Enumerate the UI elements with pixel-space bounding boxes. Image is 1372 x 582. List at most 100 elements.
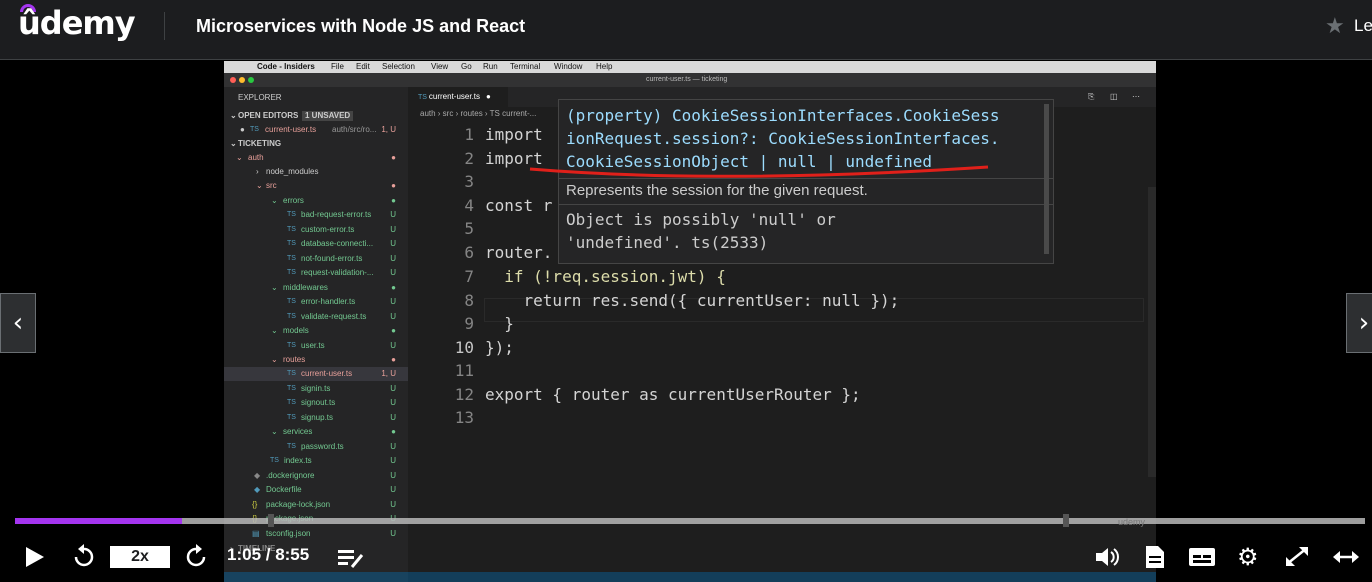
explorer-title: EXPLORER xyxy=(238,93,282,102)
editor-scrollbar xyxy=(1148,187,1156,477)
tree-status: 1, U xyxy=(381,369,396,378)
captions-icon xyxy=(1189,548,1215,566)
line-number: 6 xyxy=(464,243,474,262)
tree-status: U xyxy=(390,456,396,465)
code-line: const r xyxy=(485,196,553,215)
tree-item: tsconfig.json xyxy=(266,529,311,538)
code-line: router. xyxy=(485,243,553,262)
gear-icon: ⚙ xyxy=(1237,543,1259,571)
menu-window: Window xyxy=(554,62,583,71)
tree-item: database-connecti... xyxy=(301,239,374,248)
ts-icon: TS xyxy=(287,226,296,233)
next-lecture-button[interactable]: › xyxy=(1346,293,1372,353)
tree-status: ● xyxy=(391,427,396,436)
tree-status: U xyxy=(390,384,396,393)
chevron-down-icon: ⌄ xyxy=(230,139,237,148)
tree-status: U xyxy=(390,225,396,234)
expand-button[interactable] xyxy=(1332,540,1360,574)
tree-status: ● xyxy=(391,283,396,292)
docker-icon: ◆ xyxy=(254,485,261,494)
ts-icon: TS xyxy=(287,385,296,392)
playback-speed-button[interactable]: 2x xyxy=(110,546,170,568)
tree-status: U xyxy=(390,341,396,350)
video-player[interactable]: Code - Insiders File Edit Selection View… xyxy=(0,61,1372,582)
fullscreen-button[interactable] xyxy=(1284,540,1310,574)
menu-go: Go xyxy=(461,62,472,71)
chevron-down-icon: ⌄ xyxy=(271,355,278,364)
code-line: export { router as currentUserRouter }; xyxy=(485,385,861,404)
split-editor-icon: ⎘ xyxy=(1088,92,1095,101)
code-line: }); xyxy=(485,338,514,357)
tree-item: Dockerfile xyxy=(266,485,302,494)
code-line: } xyxy=(485,314,514,333)
open-editor-path: auth/src/ro... xyxy=(332,125,377,134)
open-editor-item: current-user.ts xyxy=(265,125,317,134)
tree-item: models xyxy=(283,326,309,335)
ts-icon: TS xyxy=(287,298,296,305)
progress-bar[interactable] xyxy=(15,518,1365,524)
breadcrumb: auth › src › routes › TS current-... xyxy=(420,109,537,118)
tree-status: ● xyxy=(391,196,396,205)
ts-icon: TS xyxy=(287,399,296,406)
code-line: if (!req.session.jwt) { xyxy=(485,267,726,286)
explorer-sidebar: EXPLORER ⌄ OPEN EDITORS 1 UNSAVED ● TS curre… xyxy=(224,87,408,582)
minimize-dot xyxy=(239,77,245,83)
window-title: current-user.ts — ticketing xyxy=(646,76,728,83)
tree-item: bad-request-error.ts xyxy=(301,210,372,219)
tree-status: U xyxy=(390,398,396,407)
ts-icon: TS xyxy=(250,126,259,133)
line-number: 9 xyxy=(464,314,474,333)
hover-error-line: 'undefined'. ts(2533) xyxy=(566,233,769,252)
mac-menubar: Code - Insiders File Edit Selection View… xyxy=(224,61,1156,73)
menu-run: Run xyxy=(483,62,498,71)
tree-item: user.ts xyxy=(301,341,325,350)
forward-button[interactable] xyxy=(184,540,208,574)
settings-button[interactable]: ⚙ xyxy=(1237,540,1259,574)
chevron-down-icon: ⌄ xyxy=(271,427,278,436)
tree-item: .dockerignore xyxy=(266,471,315,480)
tree-status: U xyxy=(390,312,396,321)
menu-edit: Edit xyxy=(356,62,370,71)
menu-selection: Selection xyxy=(382,62,415,71)
leave-rating-link[interactable]: Le xyxy=(1354,16,1372,36)
menu-app: Code - Insiders xyxy=(257,62,315,71)
ts-icon: TS xyxy=(418,94,429,101)
previous-lecture-button[interactable]: ‹ xyxy=(0,293,36,353)
chevron-right-icon: › xyxy=(256,167,259,176)
chevron-down-icon: ⌄ xyxy=(271,196,278,205)
tree-status: ● xyxy=(391,153,396,162)
tab-label: current-user.ts xyxy=(428,92,481,101)
docker-icon: ◆ xyxy=(254,471,261,480)
tree-item: signin.ts xyxy=(301,384,331,393)
captions-button[interactable] xyxy=(1188,540,1216,574)
unsaved-dot-icon: ● xyxy=(240,125,245,134)
line-number: 10 xyxy=(454,338,474,357)
project-header: TICKETING xyxy=(238,139,282,148)
tree-item: middlewares xyxy=(283,283,328,292)
udemy-logo[interactable]: ûdemy xyxy=(18,4,136,42)
chevron-down-icon: ⌄ xyxy=(256,181,263,190)
bookmark-marker[interactable] xyxy=(268,514,274,527)
hover-signature-line: ionRequest.session?: CookieSessionInterf… xyxy=(566,129,1000,148)
tree-status: U xyxy=(390,442,396,451)
notes-button[interactable] xyxy=(336,540,364,574)
rewind-button[interactable] xyxy=(72,540,96,574)
hover-divider xyxy=(559,204,1053,205)
play-button[interactable] xyxy=(24,540,46,574)
layout-icon: ◫ xyxy=(1110,92,1118,101)
chevron-down-icon: ⌄ xyxy=(271,283,278,292)
tree-status: U xyxy=(390,268,396,277)
tree-status: U xyxy=(390,529,396,538)
json-icon: {} xyxy=(252,500,258,509)
volume-button[interactable] xyxy=(1094,540,1120,574)
line-number: 3 xyxy=(464,172,474,191)
course-title[interactable]: Microservices with Node JS and React xyxy=(196,16,525,37)
tree-item: error-handler.ts xyxy=(301,297,356,306)
tree-item: services xyxy=(283,427,313,436)
bookmark-marker[interactable] xyxy=(1063,514,1069,527)
close-dot xyxy=(230,77,236,83)
ts-icon: TS xyxy=(287,414,296,421)
ts-icon: TS xyxy=(287,269,296,276)
star-icon[interactable]: ★ xyxy=(1325,14,1345,39)
transcript-button[interactable] xyxy=(1144,540,1166,574)
